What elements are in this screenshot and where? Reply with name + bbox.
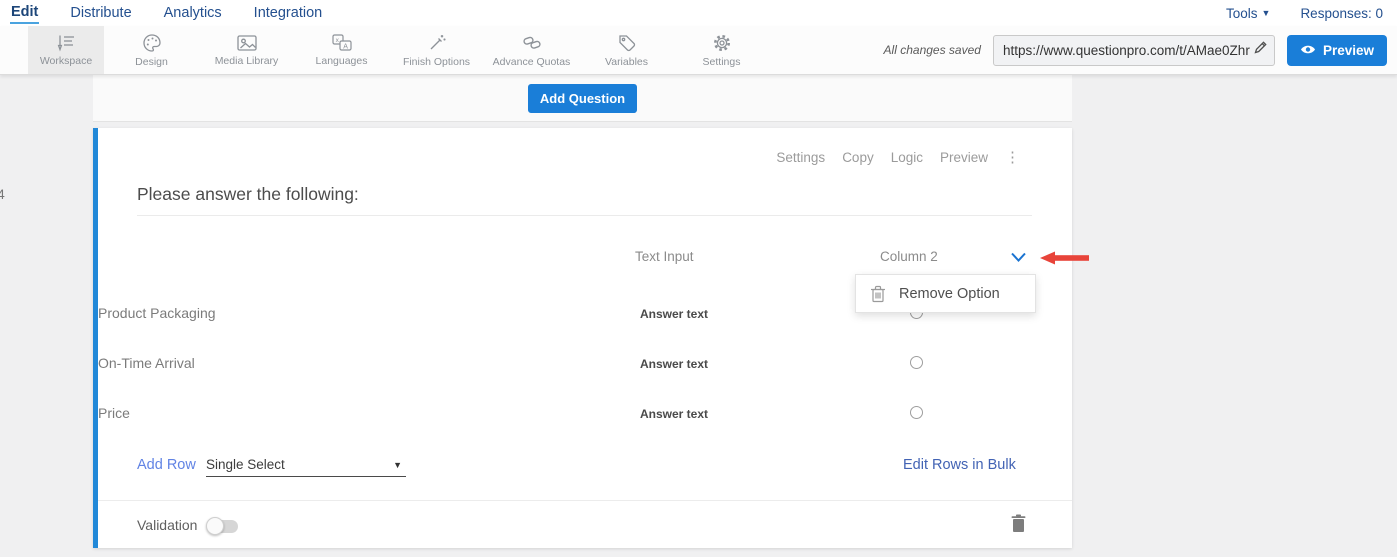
validation-label: Validation — [137, 517, 197, 533]
toolbar-item-label: Finish Options — [403, 56, 470, 68]
answer-text-input[interactable]: Answer text — [640, 357, 708, 371]
row-type-select[interactable]: Single Select ▼ — [206, 453, 406, 477]
preview-button[interactable]: Preview — [1287, 35, 1387, 66]
toolbar-item-finish-options[interactable]: Finish Options — [389, 26, 484, 74]
toolbar-item-media-library[interactable]: Media Library — [199, 26, 294, 74]
validation-toggle[interactable] — [209, 520, 238, 533]
chevron-down-icon: ▼ — [1262, 8, 1271, 18]
question-preview-link[interactable]: Preview — [940, 150, 988, 165]
survey-url-input[interactable] — [1003, 43, 1253, 58]
column-menu-chevron-icon[interactable] — [1010, 250, 1027, 268]
tab-distribute[interactable]: Distribute — [69, 3, 132, 23]
remove-option-menu-item[interactable]: Remove Option — [899, 286, 1000, 302]
question-logic-link[interactable]: Logic — [891, 150, 923, 165]
add-row-link[interactable]: Add Row — [137, 457, 196, 473]
toolbar-item-advance-quotas[interactable]: Advance Quotas — [484, 26, 579, 74]
tab-analytics[interactable]: Analytics — [163, 3, 223, 23]
add-question-strip: Add Question — [93, 75, 1072, 122]
matrix-row-label[interactable]: Product Packaging — [98, 305, 216, 321]
toolbar-item-variables[interactable]: Variables — [579, 26, 674, 74]
svg-text:A: A — [343, 43, 348, 50]
question-number: 4 — [0, 186, 5, 202]
save-status: All changes saved — [884, 43, 981, 57]
answer-text-input[interactable]: Answer text — [640, 407, 708, 421]
toolbar-item-design[interactable]: Design — [104, 26, 199, 74]
question-settings-link[interactable]: Settings — [776, 150, 825, 165]
annotation-arrow — [1040, 250, 1090, 271]
radio-button[interactable] — [910, 406, 923, 419]
more-options-icon[interactable]: ⋮ — [1005, 150, 1020, 165]
question-title[interactable]: Please answer the following: — [137, 184, 359, 205]
delete-question-icon[interactable] — [1011, 514, 1026, 538]
image-icon — [236, 34, 258, 52]
toolbar-item-label: Languages — [316, 55, 368, 67]
add-question-button[interactable]: Add Question — [528, 84, 637, 113]
tab-integration[interactable]: Integration — [253, 3, 324, 23]
chevron-down-icon: ▼ — [393, 460, 402, 470]
trash-icon — [870, 285, 886, 303]
tag-icon — [617, 33, 637, 53]
tools-label: Tools — [1226, 6, 1258, 21]
card-footer-divider — [98, 500, 1072, 501]
row-type-selected-value: Single Select — [206, 457, 393, 472]
toolbar-item-label: Design — [135, 56, 168, 68]
edit-rows-in-bulk-link[interactable]: Edit Rows in Bulk — [903, 457, 1016, 473]
top-nav: Edit Distribute Analytics Integration To… — [0, 0, 1397, 26]
wand-icon — [427, 33, 447, 53]
toolbar-item-label: Variables — [605, 56, 648, 68]
toolbar-item-label: Workspace — [40, 55, 92, 67]
toolbar-item-label: Media Library — [215, 55, 279, 67]
editor-toolbar: Workspace Design Media Library — [0, 26, 1397, 75]
responses-count[interactable]: Responses: 0 — [1300, 6, 1383, 21]
toolbar-item-settings[interactable]: Settings — [674, 26, 769, 74]
toolbar-item-label: Settings — [703, 56, 741, 68]
tools-menu[interactable]: Tools ▼ — [1226, 6, 1270, 21]
pencil-list-icon — [55, 33, 77, 52]
chain-icon — [521, 33, 543, 53]
eye-icon — [1300, 43, 1316, 58]
question-copy-link[interactable]: Copy — [842, 150, 874, 165]
column-header-text-input: Text Input — [635, 249, 694, 264]
translate-icon: x A — [331, 33, 353, 52]
toolbar-item-workspace[interactable]: Workspace — [28, 26, 104, 74]
tab-edit[interactable]: Edit — [10, 2, 39, 24]
column-header-column2[interactable]: Column 2 — [880, 249, 938, 264]
toolbar-item-languages[interactable]: x A Languages — [294, 26, 389, 74]
question-card: Settings Copy Logic Preview ⋮ Please ans… — [93, 128, 1072, 548]
matrix-row-label[interactable]: Price — [98, 405, 130, 421]
survey-url-box — [993, 35, 1275, 66]
palette-icon — [142, 33, 162, 53]
edit-pencil-icon[interactable] — [1253, 40, 1268, 60]
title-divider — [137, 215, 1032, 216]
question-actions: Settings Copy Logic Preview ⋮ — [776, 150, 1020, 165]
toolbar-item-label: Advance Quotas — [493, 56, 571, 68]
svg-text:x: x — [335, 37, 339, 44]
answer-text-input[interactable]: Answer text — [640, 307, 708, 321]
gear-icon — [712, 33, 732, 53]
toolbar-right-group: All changes saved Preview — [884, 26, 1397, 74]
radio-button[interactable] — [910, 356, 923, 369]
toggle-knob — [206, 517, 224, 535]
matrix-row-label[interactable]: On-Time Arrival — [98, 355, 195, 371]
preview-button-label: Preview — [1323, 43, 1374, 58]
column-context-menu: Remove Option — [855, 274, 1036, 313]
